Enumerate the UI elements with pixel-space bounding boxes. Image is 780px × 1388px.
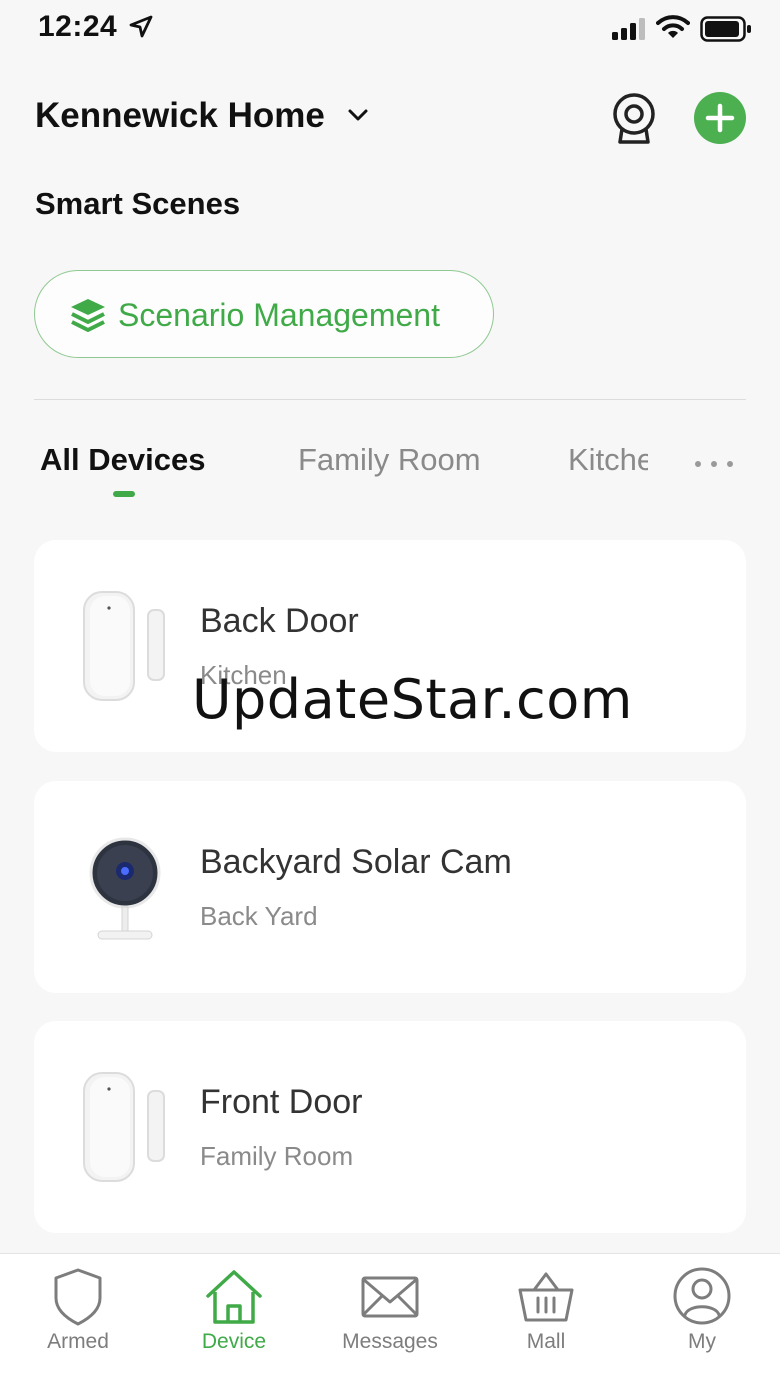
device-card-backyard-solar-cam[interactable]: Backyard Solar Cam Back Yard: [34, 781, 746, 993]
layers-icon: [71, 299, 105, 332]
user-icon: [673, 1267, 731, 1325]
nav-item-device[interactable]: Device: [156, 1254, 312, 1388]
nav-label: Messages: [342, 1330, 438, 1353]
status-bar: 12:24: [0, 0, 780, 60]
nav-item-messages[interactable]: Messages: [312, 1254, 468, 1388]
wifi-icon: [656, 15, 690, 38]
device-name: Back Door: [200, 602, 359, 640]
status-time: 12:24: [38, 10, 118, 43]
home-selector[interactable]: Kennewick Home: [35, 96, 325, 136]
chevron-down-icon[interactable]: [347, 108, 369, 122]
divider: [34, 399, 746, 400]
door-sensor-icon: [83, 1072, 165, 1182]
tab-all-devices[interactable]: All Devices: [40, 442, 205, 478]
camera-icon[interactable]: [608, 90, 660, 146]
smart-scenes-title: Smart Scenes: [35, 186, 241, 221]
nav-label: Armed: [47, 1330, 109, 1353]
envelope-icon: [361, 1276, 419, 1318]
device-name: Backyard Solar Cam: [200, 843, 512, 881]
nav-label: Mall: [526, 1330, 566, 1353]
device-room: Back Yard: [200, 901, 318, 931]
location-arrow-icon: [129, 15, 153, 38]
header: Kennewick Home: [0, 80, 780, 160]
solar-cam-icon: [89, 837, 161, 940]
bottom-nav: Armed Device Messages Mall My: [0, 1253, 780, 1388]
home-icon: [206, 1270, 262, 1324]
nav-label: Device: [201, 1330, 267, 1353]
device-card-front-door[interactable]: Front Door Family Room: [34, 1021, 746, 1233]
shield-icon: [54, 1268, 102, 1326]
plus-icon: [705, 103, 735, 133]
basket-icon: [518, 1272, 574, 1322]
scenario-management-button[interactable]: Scenario Management: [34, 270, 494, 358]
add-device-button[interactable]: [694, 92, 746, 144]
tab-kitchen[interactable]: Kitche: [568, 442, 648, 478]
nav-item-mall[interactable]: Mall: [468, 1254, 624, 1388]
device-room: Kitchen: [200, 660, 287, 690]
more-icon[interactable]: [694, 460, 734, 468]
device-room: Family Room: [200, 1141, 354, 1171]
scenario-management-label: Scenario Management: [118, 297, 440, 333]
device-name: Front Door: [200, 1083, 363, 1121]
device-card-back-door[interactable]: Back Door Kitchen: [34, 540, 746, 752]
door-sensor-icon: [83, 591, 165, 701]
nav-label: My: [688, 1330, 716, 1353]
tab-family-room[interactable]: Family Room: [298, 442, 481, 478]
nav-item-my[interactable]: My: [624, 1254, 780, 1388]
cellular-signal-icon: [612, 18, 645, 40]
nav-item-armed[interactable]: Armed: [0, 1254, 156, 1388]
active-tab-indicator: [113, 491, 135, 497]
battery-icon: [700, 16, 751, 42]
